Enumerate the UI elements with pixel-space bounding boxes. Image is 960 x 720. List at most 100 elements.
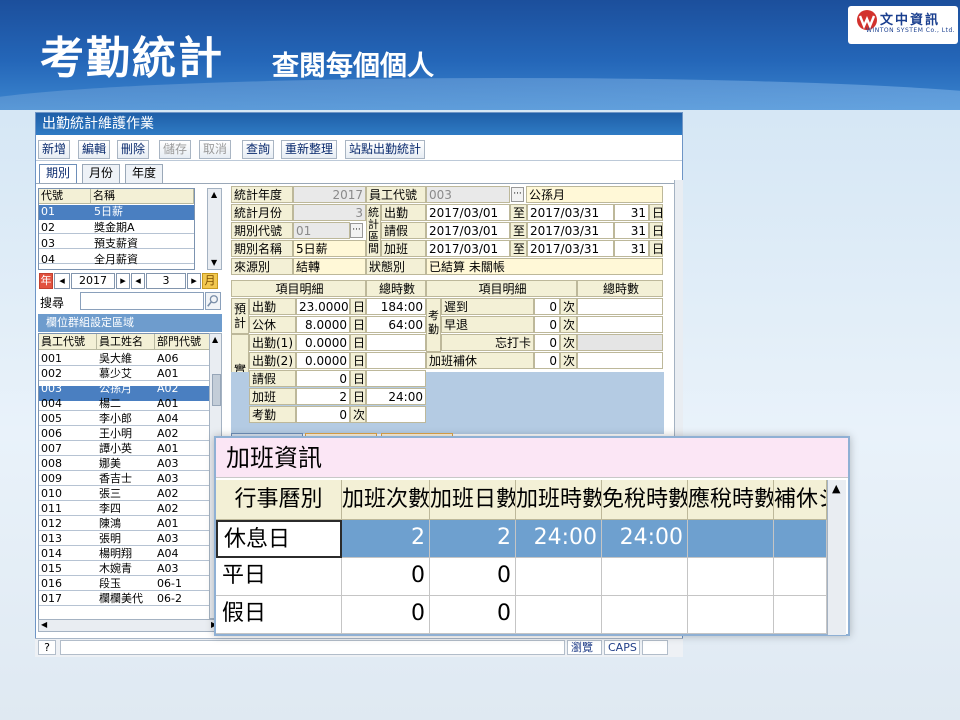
scroll-up-icon[interactable]: ▲ bbox=[211, 190, 217, 199]
table-cell[interactable]: 李四 bbox=[97, 502, 121, 517]
detail-item-hours[interactable] bbox=[366, 352, 426, 369]
table-cell[interactable]: 004 bbox=[39, 397, 62, 412]
table-cell[interactable]: 吳大維 bbox=[97, 352, 132, 367]
table-cell[interactable]: A06 bbox=[155, 352, 179, 367]
emp-code-field[interactable]: 003 bbox=[426, 186, 510, 203]
year-value[interactable]: 2017 bbox=[71, 273, 115, 289]
cancel-button[interactable]: 取消 bbox=[199, 140, 232, 159]
emp-name-field[interactable]: 公孫月 bbox=[526, 186, 663, 203]
ot-cell[interactable]: 平日 bbox=[216, 558, 342, 596]
table-cell[interactable]: 王小明 bbox=[97, 427, 132, 442]
table-cell[interactable]: 慕少艾 bbox=[97, 367, 132, 382]
table-cell[interactable]: 010 bbox=[39, 487, 62, 502]
table-cell[interactable]: A01 bbox=[155, 517, 179, 532]
table-cell[interactable]: 012 bbox=[39, 517, 62, 532]
detail-item-hours[interactable] bbox=[366, 406, 426, 423]
table-cell[interactable]: A01 bbox=[155, 397, 179, 412]
table-cell[interactable]: 段玉 bbox=[97, 577, 121, 592]
scroll-up-icon[interactable]: ▲ bbox=[212, 335, 218, 344]
period-code-field[interactable]: 01 bbox=[293, 222, 350, 239]
table-cell[interactable]: 木婉青 bbox=[97, 562, 132, 577]
tab-period[interactable]: 期別 bbox=[39, 164, 78, 183]
table-cell[interactable]: 06-1 bbox=[155, 577, 182, 592]
detail-item-hours[interactable] bbox=[366, 334, 426, 351]
group-area[interactable]: 欄位群組設定區域 bbox=[38, 314, 222, 332]
ot-cell[interactable]: 0 bbox=[342, 558, 430, 596]
detail-item-hours[interactable] bbox=[577, 298, 663, 315]
table-cell[interactable]: 娜美 bbox=[97, 457, 121, 472]
table-cell[interactable]: 香吉士 bbox=[97, 472, 132, 487]
detail-item-hours[interactable]: 184:00 bbox=[366, 298, 426, 315]
table-cell[interactable]: 011 bbox=[39, 502, 62, 517]
prev-year-icon[interactable]: ◂ bbox=[54, 273, 70, 289]
overtime-from-field[interactable]: 2017/03/01 bbox=[426, 240, 510, 257]
detail-item-value[interactable]: 8.0000 bbox=[296, 316, 350, 333]
ot-cell[interactable] bbox=[774, 596, 827, 634]
period-name-field[interactable]: 5日薪 bbox=[293, 240, 366, 257]
ot-cell[interactable] bbox=[774, 558, 827, 596]
table-cell[interactable]: 欄欄美代 bbox=[97, 592, 143, 607]
add-button[interactable]: 新增 bbox=[38, 140, 71, 159]
delete-button[interactable]: 刪除 bbox=[117, 140, 150, 159]
table-cell[interactable]: 007 bbox=[39, 442, 62, 457]
table-cell[interactable]: A03 bbox=[155, 457, 179, 472]
month-value[interactable]: 3 bbox=[146, 273, 186, 289]
station-stats-button[interactable]: 站點出勤統計 bbox=[345, 140, 426, 159]
list-item[interactable]: 5日薪 bbox=[92, 205, 123, 220]
search-icon[interactable] bbox=[205, 292, 221, 310]
table-cell[interactable]: 001 bbox=[39, 352, 62, 367]
overtime-to-field[interactable]: 2017/03/31 bbox=[527, 240, 614, 257]
period-lookup-icon[interactable]: ··· bbox=[350, 223, 363, 238]
tab-year[interactable]: 年度 bbox=[125, 164, 164, 183]
table-cell[interactable]: A02 bbox=[155, 382, 179, 397]
help-icon[interactable]: ? bbox=[38, 640, 56, 655]
table-cell[interactable]: 06-2 bbox=[155, 592, 182, 607]
ot-cell[interactable] bbox=[602, 558, 688, 596]
reorganize-button[interactable]: 重新整理 bbox=[281, 140, 338, 159]
table-cell[interactable]: 楊明翔 bbox=[97, 547, 132, 562]
detail-item-value[interactable]: 0 bbox=[534, 352, 560, 369]
source-field[interactable]: 結轉 bbox=[293, 258, 366, 275]
detail-item-value[interactable]: 0.0000 bbox=[296, 334, 350, 351]
detail-item-hours[interactable] bbox=[577, 352, 663, 369]
table-cell[interactable]: 016 bbox=[39, 577, 62, 592]
employee-list-hscrollbar[interactable]: ◀ ▶ bbox=[38, 619, 222, 632]
stat-year-field[interactable]: 2017 bbox=[293, 186, 366, 203]
table-cell[interactable]: 楊二 bbox=[97, 397, 121, 412]
ot-cell[interactable] bbox=[688, 558, 774, 596]
table-cell[interactable]: 002 bbox=[39, 367, 62, 382]
table-cell[interactable]: 013 bbox=[39, 532, 62, 547]
detail-item-value[interactable]: 0 bbox=[296, 406, 350, 423]
attend-from-field[interactable]: 2017/03/01 bbox=[426, 204, 510, 221]
leave-to-field[interactable]: 2017/03/31 bbox=[527, 222, 614, 239]
scroll-left-icon[interactable]: ◀ bbox=[41, 620, 47, 629]
table-cell[interactable]: 005 bbox=[39, 412, 62, 427]
detail-item-hours[interactable]: 24:00 bbox=[366, 388, 426, 405]
ot-cell[interactable]: 休息日 bbox=[216, 520, 342, 558]
table-cell[interactable]: 017 bbox=[39, 592, 62, 607]
edit-button[interactable]: 編輯 bbox=[78, 140, 111, 159]
detail-item-hours[interactable] bbox=[577, 316, 663, 333]
table-cell[interactable]: A01 bbox=[155, 442, 179, 457]
save-button[interactable]: 儲存 bbox=[159, 140, 192, 159]
ot-cell[interactable]: 假日 bbox=[216, 596, 342, 634]
scroll-up-icon[interactable]: ▲ bbox=[832, 482, 840, 495]
ot-cell[interactable]: 2 bbox=[342, 520, 430, 558]
list-item[interactable]: 04 bbox=[39, 253, 55, 268]
ot-cell[interactable] bbox=[688, 596, 774, 634]
form-scrollbar[interactable] bbox=[674, 180, 683, 438]
next-month-icon[interactable]: ▸ bbox=[187, 273, 201, 289]
detail-item-value[interactable]: 0.0000 bbox=[296, 352, 350, 369]
table-cell[interactable]: 014 bbox=[39, 547, 62, 562]
table-cell[interactable]: A04 bbox=[155, 547, 179, 562]
stat-month-field[interactable]: 3 bbox=[293, 204, 366, 221]
table-cell[interactable]: A03 bbox=[155, 472, 179, 487]
table-cell[interactable]: A04 bbox=[155, 412, 179, 427]
query-button[interactable]: 查詢 bbox=[242, 140, 275, 159]
table-cell[interactable]: A03 bbox=[155, 532, 179, 547]
detail-item-value[interactable]: 23.0000 bbox=[296, 298, 350, 315]
table-cell[interactable]: A02 bbox=[155, 427, 179, 442]
ot-cell[interactable] bbox=[774, 520, 827, 558]
detail-item-value[interactable]: 0 bbox=[534, 334, 560, 351]
next-year-icon[interactable]: ▸ bbox=[116, 273, 130, 289]
